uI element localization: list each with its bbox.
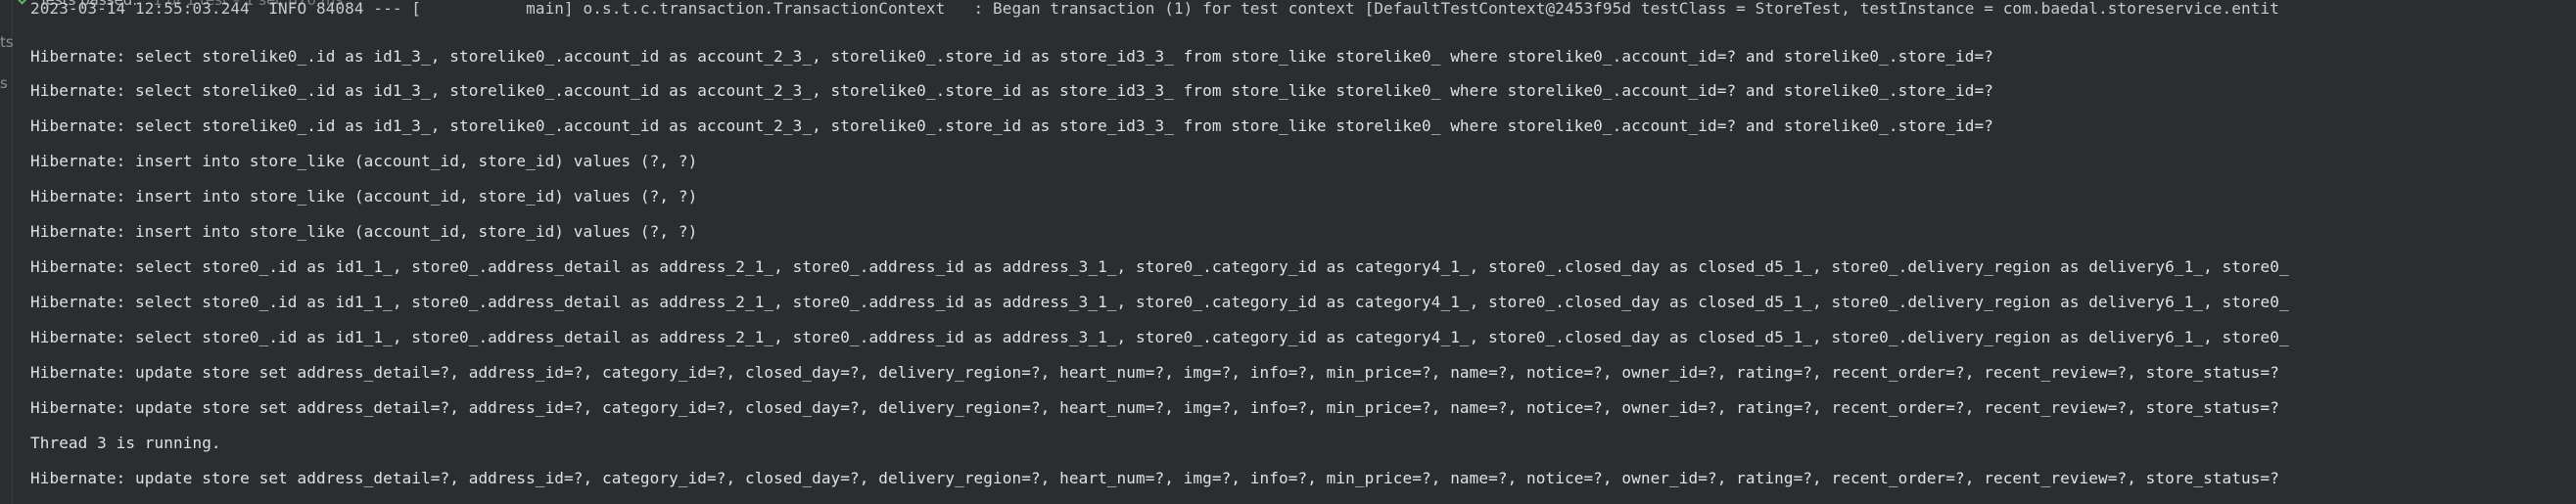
console-output[interactable]: 2023-03-14 12:55:03.244 INFO 84084 --- [… [30, 0, 2576, 504]
strip-label-fragment[interactable]: ts [0, 33, 14, 51]
log-line: Hibernate: update store set address_deta… [30, 469, 2279, 487]
tool-window-strip: ts s [0, 0, 14, 504]
strip-label-fragment[interactable]: s [0, 74, 8, 92]
log-line: Hibernate: insert into store_like (accou… [30, 187, 698, 206]
log-line: Hibernate: insert into store_like (accou… [30, 152, 698, 170]
log-line: Hibernate: select store0_.id as id1_1_, … [30, 328, 2289, 346]
log-line: Hibernate: insert into store_like (accou… [30, 222, 698, 241]
log-line: Hibernate: select store0_.id as id1_1_, … [30, 257, 2289, 276]
log-line: Thread 3 is running. [30, 434, 221, 452]
log-line: Hibernate: select store0_.id as id1_1_, … [30, 293, 2289, 311]
run-console-window: ts s Tests passed: 1 of 1 test – 1 sec 8… [0, 0, 2576, 504]
log-line: Hibernate: select storelike0_.id as id1_… [30, 47, 1993, 66]
log-line: Hibernate: update store set address_deta… [30, 363, 2279, 382]
check-icon [18, 0, 29, 6]
log-line-spring: 2023-03-14 12:55:03.244 INFO 84084 --- [… [30, 0, 2279, 18]
log-line: Hibernate: select storelike0_.id as id1_… [30, 116, 1993, 135]
log-line: Hibernate: update store set address_deta… [30, 398, 2279, 417]
log-line: Hibernate: select storelike0_.id as id1_… [30, 81, 1993, 100]
